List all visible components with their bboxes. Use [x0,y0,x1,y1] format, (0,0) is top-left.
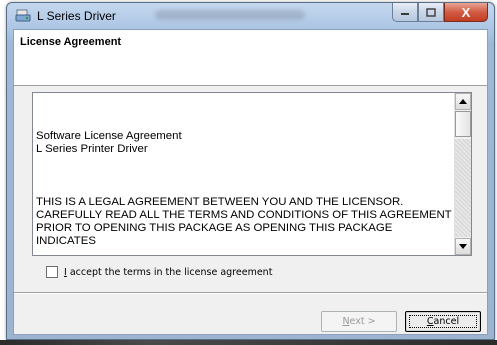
cancel-button[interactable]: Cancel [405,311,481,332]
text-marker [36,96,454,109]
minimize-icon [401,13,409,15]
minimize-button[interactable] [392,3,418,22]
scrollbar-track[interactable] [455,139,471,237]
next-mnemonic: N [342,316,350,327]
accept-terms-label[interactable]: I accept the terms in the license agreem… [64,267,272,278]
license-line: L Series Printer Driver [36,143,148,155]
scrollbar-thumb[interactable] [455,111,471,137]
cancel-label: ancel [433,316,460,327]
license-line: PRIOR TO OPENING THIS PACKAGE AS OPENING… [36,222,393,247]
dialog-client-area: License Agreement Software License Agree… [13,29,488,335]
header-band: License Agreement [14,30,487,86]
page-title: License Agreement [20,36,122,48]
next-label: ext > [349,316,376,327]
license-line: Software License Agreement [36,130,182,142]
next-button[interactable]: Next > [321,311,397,332]
accept-terms-checkbox[interactable] [46,266,58,278]
screen: L Series Driver X License Agreement Soft… [0,0,497,345]
license-text-box[interactable]: Software License Agreement L Series Prin… [32,92,472,256]
maximize-icon [426,7,436,17]
text-marker [36,109,454,122]
taskbar-edge [0,340,497,345]
license-line: CAREFULLY READ ALL THE TERMS AND CONDITI… [36,209,452,221]
title-bar[interactable]: L Series Driver X [7,3,494,29]
accept-label-text: accept the terms in the license agreemen… [66,266,273,278]
license-line: THIS IS A LEGAL AGREEMENT BETWEEN YOU AN… [36,196,404,208]
scroll-up-button[interactable] [455,93,471,110]
close-button[interactable]: X [444,3,488,22]
arrow-up-icon [459,99,467,104]
vertical-scrollbar[interactable] [454,93,471,255]
arrow-down-icon [459,244,467,249]
maximize-button[interactable] [418,3,444,22]
window-controls: X [392,3,488,22]
button-divider [14,292,487,294]
text-marker [36,177,454,190]
close-icon: X [461,4,471,20]
installer-window: L Series Driver X License Agreement Soft… [6,2,495,340]
window-title: L Series Driver [37,9,116,23]
accept-terms-row[interactable]: I accept the terms in the license agreem… [46,266,272,278]
blurred-title-text [155,10,305,20]
license-text: Software License Agreement L Series Prin… [34,94,454,254]
printer-setup-icon [15,9,31,22]
text-marker [36,164,454,177]
cancel-mnemonic: C [426,316,434,327]
scroll-down-button[interactable] [455,238,471,255]
